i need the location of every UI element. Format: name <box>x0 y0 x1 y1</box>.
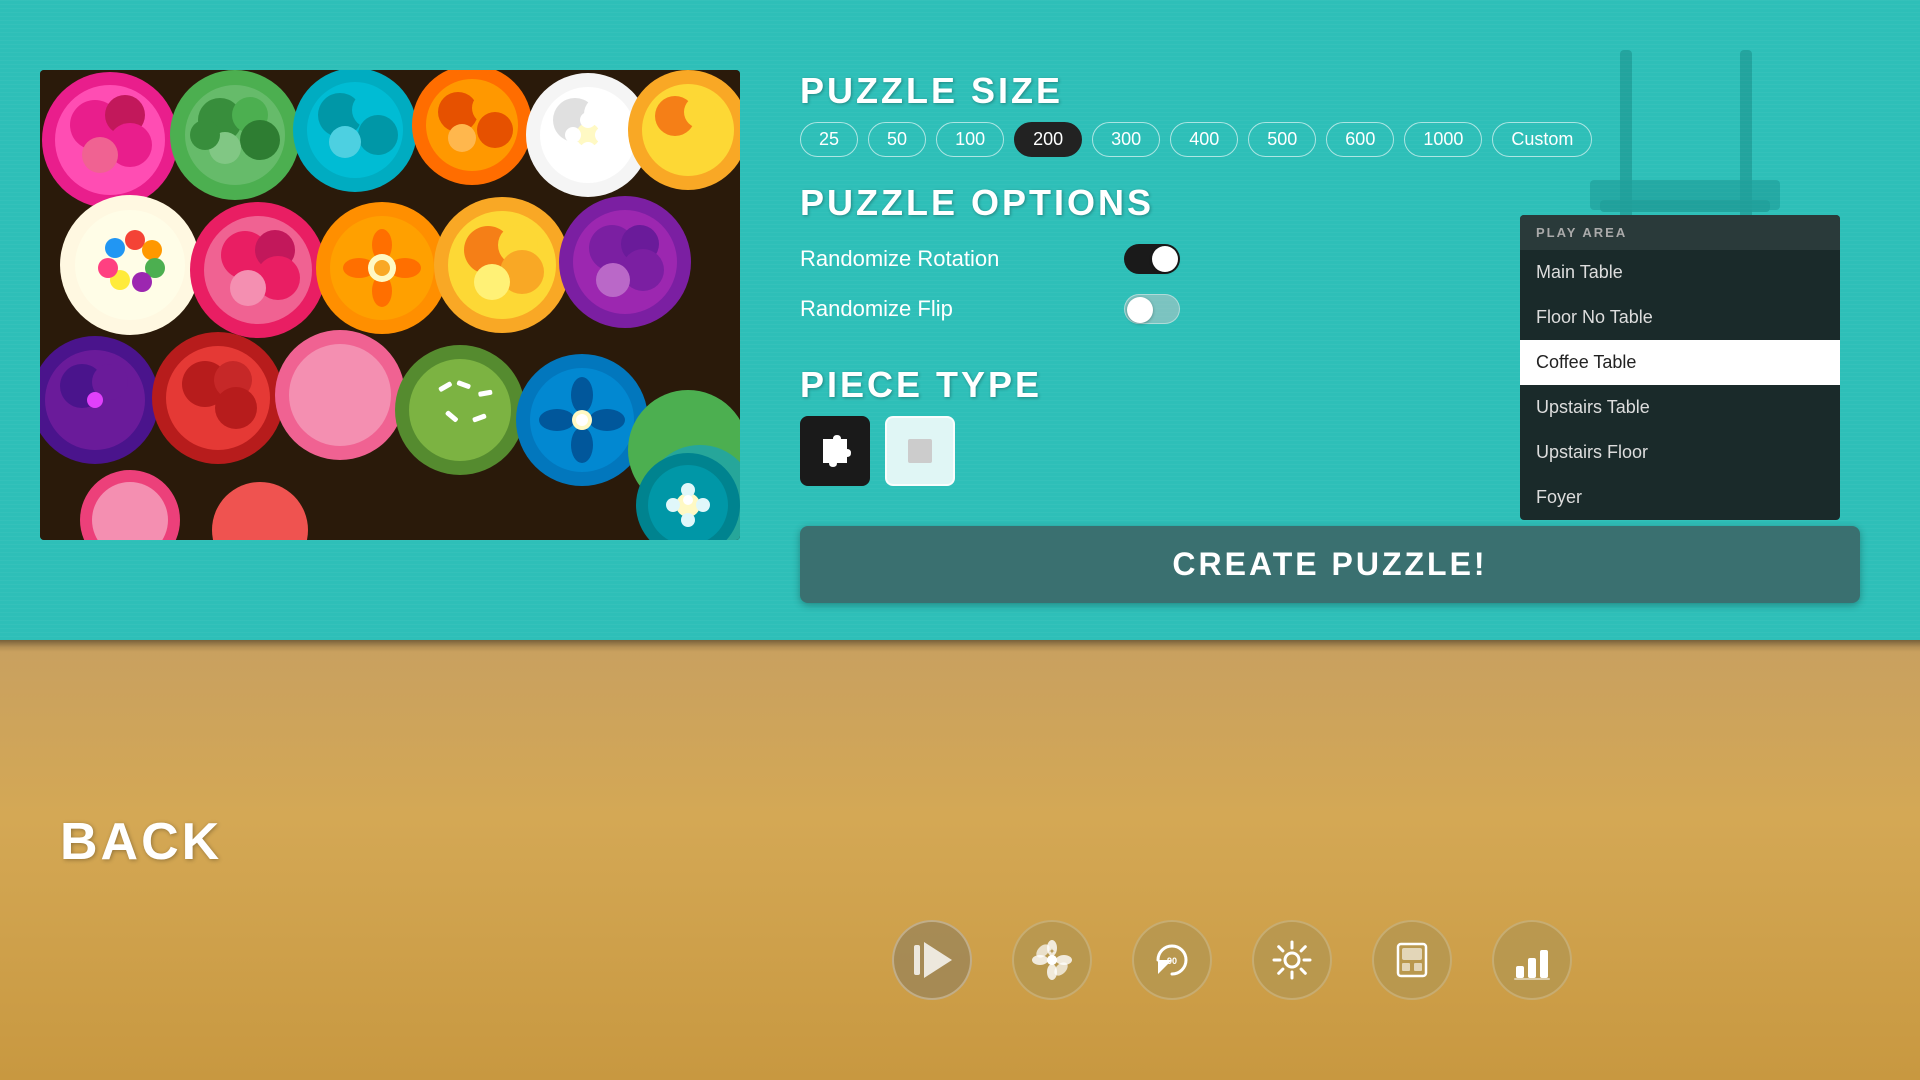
main-area: PUZZLE SIZE 25 50 100 200 300 400 500 60… <box>0 0 1920 640</box>
toggle-knob-2 <box>1127 297 1153 323</box>
size-btn-300[interactable]: 300 <box>1092 122 1160 157</box>
piece-btn-square[interactable] <box>885 416 955 486</box>
back-button[interactable]: BACK <box>60 812 222 872</box>
svg-text:90: 90 <box>1167 956 1177 966</box>
size-btn-200[interactable]: 200 <box>1014 122 1082 157</box>
play-area-item-coffee-table[interactable]: Coffee Table <box>1520 340 1840 385</box>
randomize-rotation-label: Randomize Rotation <box>800 246 999 272</box>
palette-button[interactable] <box>1372 920 1452 1000</box>
puzzle-piece-icon <box>815 431 855 471</box>
size-btn-100[interactable]: 100 <box>936 122 1004 157</box>
play-area-item-upstairs-table[interactable]: Upstairs Table <box>1520 385 1840 430</box>
size-btn-500[interactable]: 500 <box>1248 122 1316 157</box>
play-area-header: PLAY AREA <box>1520 215 1840 250</box>
randomize-rotation-row: Randomize Rotation <box>800 234 1180 284</box>
play-area-item-floor-no-table[interactable]: Floor No Table <box>1520 295 1840 340</box>
play-pause-button[interactable] <box>892 920 972 1000</box>
palette-icon <box>1390 938 1434 982</box>
randomize-flip-row: Randomize Flip <box>800 284 1180 334</box>
bottom-icons: ✦ 90 <box>892 920 1572 1000</box>
square-piece-icon <box>905 436 935 466</box>
piece-btn-puzzle[interactable] <box>800 416 870 486</box>
size-btn-600[interactable]: 600 <box>1326 122 1394 157</box>
toggle-knob <box>1152 246 1178 272</box>
puzzle-preview <box>40 70 740 540</box>
svg-text:✦: ✦ <box>1049 947 1056 956</box>
settings-button[interactable] <box>1252 920 1332 1000</box>
play-area-item-main-table[interactable]: Main Table <box>1520 250 1840 295</box>
randomize-flip-toggle[interactable] <box>1124 294 1180 324</box>
stats-icon <box>1510 938 1554 982</box>
play-area-item-upstairs-floor[interactable]: Upstairs Floor <box>1520 430 1840 475</box>
flower-icon: ✦ <box>1030 938 1074 982</box>
play-area-item-foyer[interactable]: Foyer <box>1520 475 1840 520</box>
size-btn-400[interactable]: 400 <box>1170 122 1238 157</box>
play-bar <box>914 945 920 975</box>
stats-button[interactable] <box>1492 920 1572 1000</box>
settings-icon <box>1270 938 1314 982</box>
bottom-bar: BACK ✦ <box>0 640 1920 1080</box>
play-triangle <box>924 942 952 978</box>
play-area-dropdown: PLAY AREA Main Table Floor No Table Coff… <box>1520 215 1840 520</box>
rotate-button[interactable]: 90 <box>1132 920 1212 1000</box>
divider <box>0 640 1920 652</box>
rotate-icon: 90 <box>1150 938 1194 982</box>
size-btn-50[interactable]: 50 <box>868 122 926 157</box>
flower-button[interactable]: ✦ <box>1012 920 1092 1000</box>
randomize-flip-label: Randomize Flip <box>800 296 953 322</box>
size-btn-25[interactable]: 25 <box>800 122 858 157</box>
randomize-rotation-toggle[interactable] <box>1124 244 1180 274</box>
